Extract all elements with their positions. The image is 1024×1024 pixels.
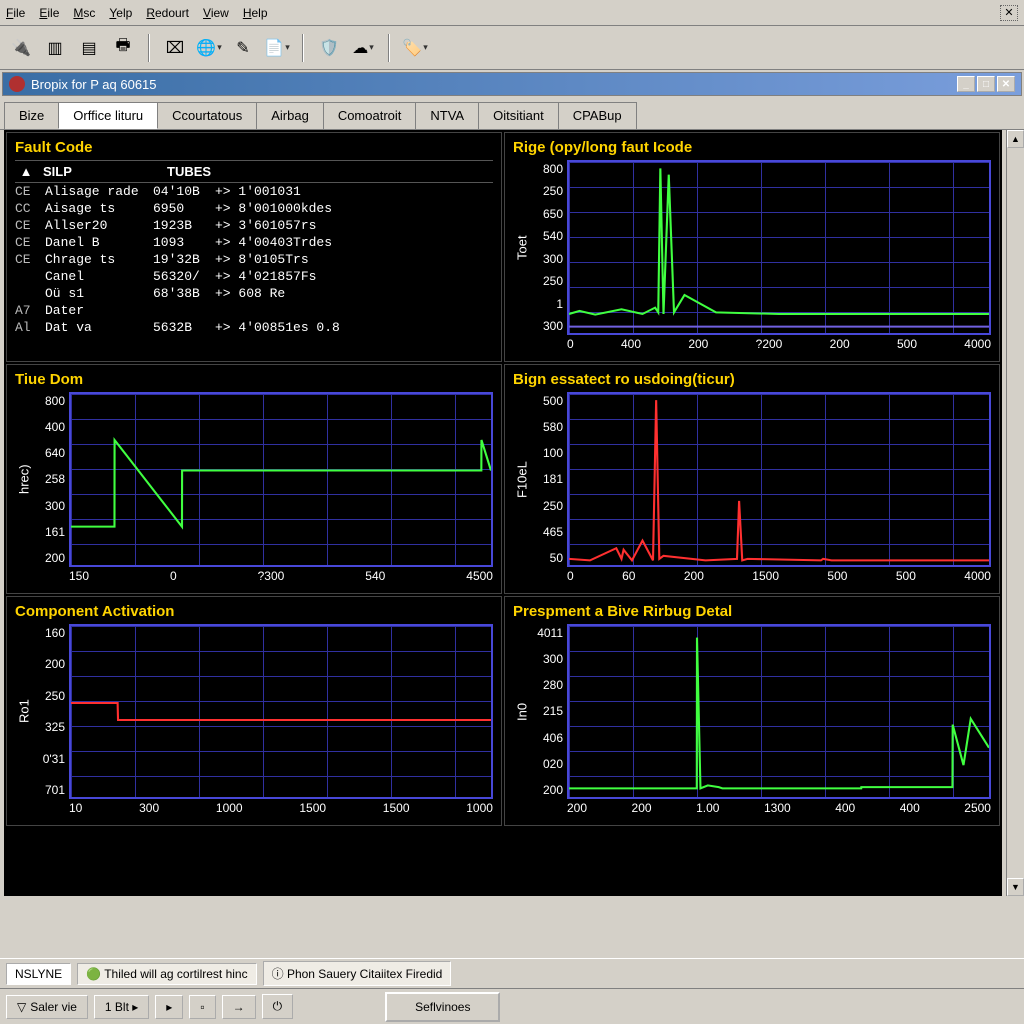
comp-ylabel: Ro1 bbox=[15, 624, 33, 799]
tiue-chart-pane: Tiue Dom hrec) 800400640258300161200 150… bbox=[6, 364, 502, 594]
menu-help[interactable]: Help bbox=[243, 6, 268, 20]
tag-icon[interactable]: 🏷️▾ bbox=[400, 33, 430, 63]
cloud-icon[interactable]: ☁▾ bbox=[348, 33, 378, 63]
menu-redout[interactable]: Redourt bbox=[146, 6, 189, 20]
table-row[interactable]: Canel56320/+> 4'021857Fs bbox=[15, 268, 493, 285]
vertical-scrollbar[interactable]: ▲ ▼ bbox=[1006, 130, 1024, 896]
rige-yaxis: 8002506505403002501300 bbox=[531, 160, 567, 335]
menu-msc[interactable]: Msc bbox=[73, 6, 95, 20]
rige-ylabel: Toet bbox=[513, 160, 531, 335]
tiue-title: Tiue Dom bbox=[15, 371, 493, 388]
col-silp[interactable]: SILP bbox=[37, 164, 167, 179]
comp-plot bbox=[69, 624, 493, 799]
app-logo-icon bbox=[9, 76, 25, 92]
comp-xaxis: 103001000150015001000 bbox=[15, 799, 493, 815]
toolbar: 🔌 ▥ ▤ 🖶 ⌧ 🌐▾ ✎ 📄▾ 🛡️ ☁▾ 🏷️▾ bbox=[0, 26, 1024, 70]
tab-bize[interactable]: Bize bbox=[4, 102, 59, 129]
tab-oitsitiant[interactable]: Oitsitiant bbox=[478, 102, 559, 129]
sheet-icon[interactable]: 📄▾ bbox=[262, 33, 292, 63]
table-row[interactable]: CEAlisage rade04'10B+> 1'001031 bbox=[15, 183, 493, 200]
tab-airbag[interactable]: Airbag bbox=[256, 102, 324, 129]
child-window-title: Bropix for P aq 60615 bbox=[31, 77, 157, 92]
status-message-2: ⓘ Phon Sauery Citaiitex Firedid bbox=[263, 961, 452, 986]
tiue-yaxis: 800400640258300161200 bbox=[33, 392, 69, 567]
menu-view[interactable]: View bbox=[203, 6, 229, 20]
blt-button[interactable]: 1 Blt ▸ bbox=[94, 995, 149, 1019]
tab-bar: Bize Orffice lituru Ccourtatous Airbag C… bbox=[0, 98, 1024, 130]
arrow-right-icon[interactable]: → bbox=[222, 995, 256, 1019]
comp-yaxis: 1602002503250'31701 bbox=[33, 624, 69, 799]
menu-bar: File Eile Msc Yelp Redourt View Help ✕ bbox=[0, 0, 1024, 26]
pres-title: Prespment a Bive Rirbug Detal bbox=[513, 603, 991, 620]
menu-file[interactable]: File bbox=[6, 6, 25, 20]
table-row[interactable]: CEDanel B1093+> 4'00403Trdes bbox=[15, 234, 493, 251]
status-bar: NSLYNE 🟢 Thiled will ag cortilrest hinc … bbox=[0, 958, 1024, 988]
pres-ylabel: In0 bbox=[513, 624, 531, 799]
bign-title: Bign essatect ro usdoing(ticur) bbox=[513, 371, 991, 388]
minimize-button[interactable]: _ bbox=[957, 76, 975, 92]
table-row[interactable]: AlDat va5632B+> 4'00851es 0.8 bbox=[15, 319, 493, 336]
menu-yelp[interactable]: Yelp bbox=[109, 6, 132, 20]
rige-title: Rige (opy/long faut Icode bbox=[513, 139, 991, 156]
stop-icon[interactable]: ▫ bbox=[189, 995, 215, 1019]
chart-icon[interactable]: ▥ bbox=[40, 33, 70, 63]
tiue-xaxis: 1500?3005404500 bbox=[15, 567, 493, 583]
pres-xaxis: 2002001.0013004004002500 bbox=[513, 799, 991, 815]
tiue-ylabel: hrec) bbox=[15, 392, 33, 567]
edit-icon[interactable]: ✎ bbox=[228, 33, 258, 63]
fault-code-pane: Fault Code ▲ SILP TUBES CEAlisage rade04… bbox=[6, 132, 502, 362]
tab-ntva[interactable]: NTVA bbox=[415, 102, 479, 129]
bign-ylabel: F10eL bbox=[513, 392, 531, 567]
tab-office[interactable]: Orffice lituru bbox=[58, 102, 158, 129]
table-row[interactable]: Oü s168'38B+> 608 Re bbox=[15, 285, 493, 302]
connect-icon[interactable]: 🔌 bbox=[6, 33, 36, 63]
bottom-bar: ▽ Saler vie 1 Blt ▸ ▸ ▫ → ⏻ Seflvinoes bbox=[0, 988, 1024, 1024]
comp-chart-pane: Component Activation Ro1 1602002503250'3… bbox=[6, 596, 502, 826]
content-panel: Fault Code ▲ SILP TUBES CEAlisage rade04… bbox=[4, 130, 1002, 896]
bign-chart-pane: Bign essatect ro usdoing(ticur) F10eL 50… bbox=[504, 364, 1000, 594]
pres-plot bbox=[567, 624, 991, 799]
scroll-down-icon[interactable]: ▼ bbox=[1007, 878, 1024, 896]
pres-chart-pane: Prespment a Bive Rirbug Detal In0 401130… bbox=[504, 596, 1000, 826]
maximize-button[interactable]: □ bbox=[977, 76, 995, 92]
saler-button[interactable]: ▽ Saler vie bbox=[6, 995, 88, 1019]
close-button[interactable]: ✕ bbox=[997, 76, 1015, 92]
table-row[interactable]: CEAllser201923B+> 3'601057rs bbox=[15, 217, 493, 234]
status-message-1: 🟢 Thiled will ag cortilrest hinc bbox=[77, 963, 256, 985]
power-icon[interactable]: ⏻ bbox=[262, 994, 294, 1019]
fault-code-body: CEAlisage rade04'10B+> 1'001031CCAisage … bbox=[15, 183, 493, 336]
fault-code-title: Fault Code bbox=[15, 139, 493, 156]
comp-title: Component Activation bbox=[15, 603, 493, 620]
tab-counators[interactable]: Ccourtatous bbox=[157, 102, 257, 129]
status-nslyne: NSLYNE bbox=[6, 963, 71, 985]
close-icon[interactable]: ✕ bbox=[1000, 5, 1018, 21]
scroll-up-icon[interactable]: ▲ bbox=[1007, 130, 1024, 148]
bign-yaxis: 50058010018125046550 bbox=[531, 392, 567, 567]
shield-icon[interactable]: 🛡️ bbox=[314, 33, 344, 63]
rige-chart-pane: Rige (opy/long faut Icode Toet 800250650… bbox=[504, 132, 1000, 362]
tab-comoatroit[interactable]: Comoatroit bbox=[323, 102, 417, 129]
menu-eile[interactable]: Eile bbox=[39, 6, 59, 20]
nav-prev-icon[interactable]: ▸ bbox=[155, 995, 183, 1019]
services-button[interactable]: Seflvinoes bbox=[385, 992, 500, 1022]
child-window-titlebar: Bropix for P aq 60615 _ □ ✕ bbox=[2, 72, 1022, 96]
rige-plot bbox=[567, 160, 991, 335]
table-row[interactable]: CEChrage ts19'32B+> 8'0105Trs bbox=[15, 251, 493, 268]
tiue-plot bbox=[69, 392, 493, 567]
bign-xaxis: 06020015005005004000 bbox=[513, 567, 991, 583]
doc-icon[interactable]: ▤ bbox=[74, 33, 104, 63]
table-row[interactable]: A7Dater bbox=[15, 302, 493, 319]
table-row[interactable]: CCAisage ts6950+> 8'001000kdes bbox=[15, 200, 493, 217]
pres-yaxis: 4011300280215406020200 bbox=[531, 624, 567, 799]
fault-code-header: ▲ SILP TUBES bbox=[15, 160, 493, 183]
col-sort-icon[interactable]: ▲ bbox=[15, 164, 37, 179]
rige-xaxis: 0400200?2002005004000 bbox=[513, 335, 991, 351]
cancel-box-icon[interactable]: ⌧ bbox=[160, 33, 190, 63]
tab-cpabup[interactable]: CPABup bbox=[558, 102, 637, 129]
col-tubes[interactable]: TUBES bbox=[167, 164, 247, 179]
print-icon[interactable]: 🖶 bbox=[108, 33, 138, 63]
globe-icon[interactable]: 🌐▾ bbox=[194, 33, 224, 63]
bign-plot bbox=[567, 392, 991, 567]
